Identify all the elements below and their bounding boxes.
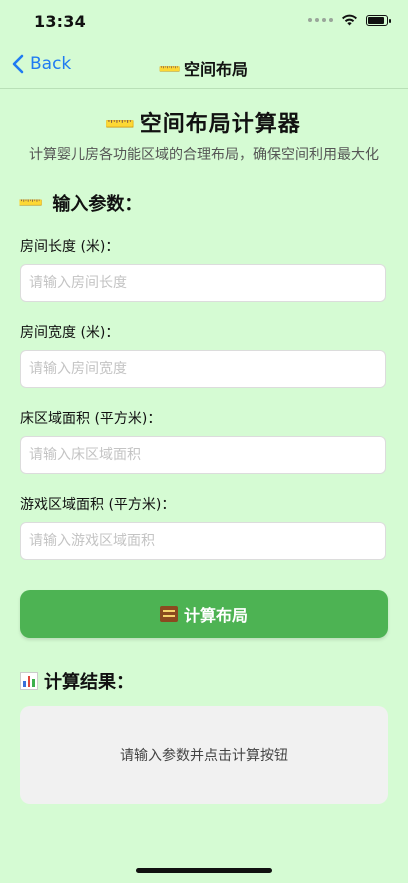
bed-area-label: 床区域面积 (平方米)： — [20, 411, 162, 427]
calculate-layout-label: 计算布局 — [183, 606, 248, 625]
bar-chart-icon — [20, 672, 38, 690]
result-placeholder-text: 请输入参数并点击计算按钮 — [120, 748, 288, 764]
play-area-input[interactable] — [20, 522, 386, 560]
field-room-length: 房间长度 (米)： — [20, 236, 388, 302]
field-room-width: 房间宽度 (米)： — [20, 322, 388, 388]
calculate-layout-button[interactable]: 计算布局 — [20, 590, 388, 638]
wifi-icon — [342, 14, 357, 26]
play-area-label: 游戏区域面积 (平方米)： — [20, 497, 176, 513]
input-section-title-text: 输入参数： — [52, 194, 143, 215]
page-subtitle: 计算婴儿房各功能区域的合理布局，确保空间利用最大化 — [29, 147, 379, 163]
field-play-area: 游戏区域面积 (平方米)： — [20, 494, 388, 560]
nav-title: 📏空间布局 — [0, 56, 408, 84]
nav-title-text: 空间布局 — [183, 60, 248, 79]
room-length-label: 房间长度 (米)： — [20, 239, 120, 255]
result-box: 请输入参数并点击计算按钮 — [20, 706, 388, 804]
status-bar: 13:34 — [0, 0, 408, 44]
room-width-input[interactable] — [20, 350, 386, 388]
result-section-title: 计算结果： — [20, 668, 388, 694]
status-icons — [308, 14, 391, 26]
abacus-icon — [159, 606, 178, 622]
main-content: 📏空间布局计算器 计算婴儿房各功能区域的合理布局，确保空间利用最大化 📏 输入参… — [16, 100, 388, 804]
navigation-bar: Back 📏空间布局 — [0, 44, 408, 89]
page-title-text: 空间布局计算器 — [139, 112, 301, 137]
ruler-icon: 📏 — [102, 105, 141, 144]
signal-dots-icon — [308, 18, 333, 22]
field-bed-area: 床区域面积 (平方米)： — [20, 408, 388, 474]
home-indicator — [136, 868, 272, 873]
status-time: 13:34 — [34, 12, 86, 31]
battery-icon — [366, 14, 391, 26]
ruler-icon: 📏 — [15, 187, 47, 219]
page-title: 📏空间布局计算器 — [20, 106, 388, 144]
input-section-title: 📏 输入参数： — [16, 188, 388, 219]
result-section-title-text: 计算结果： — [44, 672, 134, 693]
room-width-label: 房间宽度 (米)： — [20, 325, 120, 341]
bed-area-input[interactable] — [20, 436, 386, 474]
ruler-icon: 📏 — [156, 55, 184, 84]
room-length-input[interactable] — [20, 264, 386, 302]
